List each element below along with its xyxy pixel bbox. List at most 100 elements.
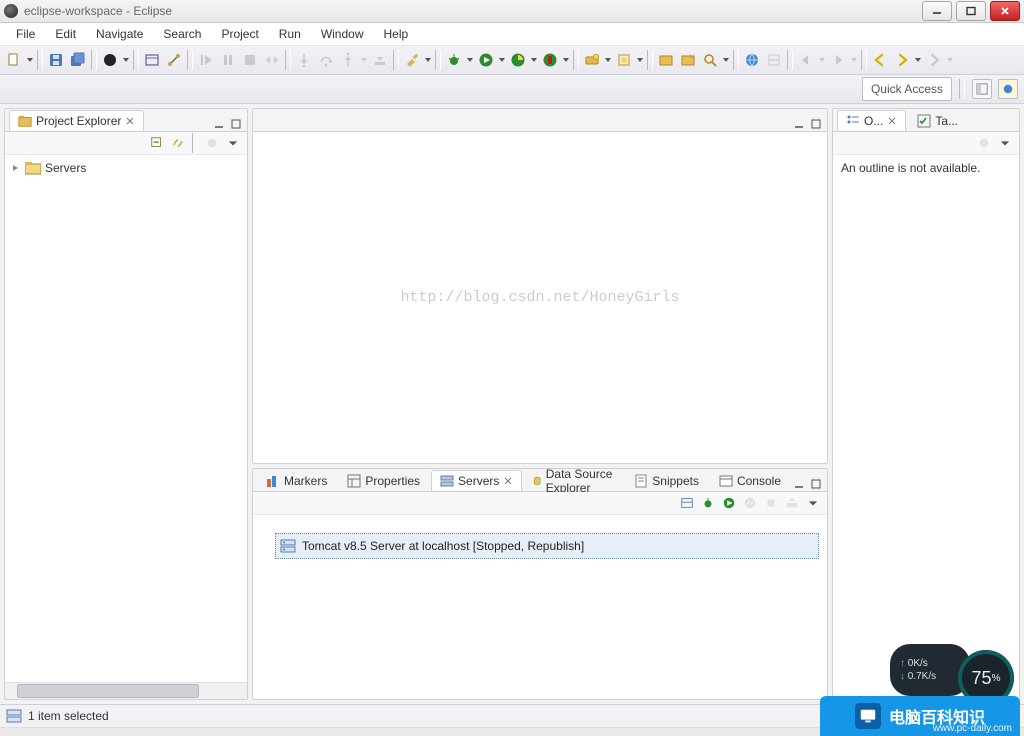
- servers-list[interactable]: Tomcat v8.5 Server at localhost [Stopped…: [253, 515, 827, 699]
- outline-view-menu-button[interactable]: [997, 135, 1013, 151]
- run-button[interactable]: [476, 50, 496, 70]
- publish-server-button[interactable]: [784, 495, 800, 511]
- save-button[interactable]: [46, 50, 66, 70]
- project-explorer-tab-label: Project Explorer: [36, 114, 121, 128]
- external-tools-button[interactable]: [540, 50, 560, 70]
- new-button[interactable]: [4, 50, 24, 70]
- new-server-dropdown[interactable]: [604, 57, 612, 63]
- close-icon[interactable]: [125, 116, 135, 126]
- editor-body[interactable]: http://blog.csdn.net/HoneyGirls: [253, 132, 827, 463]
- menu-file[interactable]: File: [6, 25, 45, 43]
- open-perspective-button[interactable]: [972, 79, 992, 99]
- minimize-bottom-button[interactable]: [792, 477, 806, 491]
- debug-button[interactable]: [444, 50, 464, 70]
- maximize-button[interactable]: [956, 1, 986, 21]
- servers-view-menu-button[interactable]: [805, 495, 821, 511]
- tab-console[interactable]: Console: [710, 470, 790, 491]
- server-item-tomcat[interactable]: Tomcat v8.5 Server at localhost [Stopped…: [275, 533, 819, 559]
- next-edit-button[interactable]: [828, 50, 848, 70]
- drop-to-frame-button[interactable]: [370, 50, 390, 70]
- coverage-dropdown[interactable]: [530, 57, 538, 63]
- resume-button[interactable]: [196, 50, 216, 70]
- link-with-editor-button[interactable]: [170, 135, 186, 151]
- toggle-breadcrumb-button[interactable]: [142, 50, 162, 70]
- minimize-view-button[interactable]: [212, 117, 226, 131]
- step-return-button[interactable]: [338, 50, 358, 70]
- menu-navigate[interactable]: Navigate: [86, 25, 153, 43]
- search-button[interactable]: [700, 50, 720, 70]
- disconnect-button[interactable]: [262, 50, 282, 70]
- maximize-bottom-button[interactable]: [809, 477, 823, 491]
- new-component-dropdown[interactable]: [636, 57, 644, 63]
- save-all-button[interactable]: [68, 50, 88, 70]
- back-history-dropdown[interactable]: [914, 57, 922, 63]
- menu-search[interactable]: Search: [153, 25, 211, 43]
- prev-edit-dropdown[interactable]: [818, 57, 826, 63]
- annotation-nav-button[interactable]: [764, 50, 784, 70]
- coverage-button[interactable]: [508, 50, 528, 70]
- new-component-button[interactable]: [614, 50, 634, 70]
- step-into-button[interactable]: [294, 50, 314, 70]
- menu-edit[interactable]: Edit: [45, 25, 86, 43]
- start-debug-server-button[interactable]: [700, 495, 716, 511]
- collapse-all-button[interactable]: [149, 135, 165, 151]
- step-over-button[interactable]: [316, 50, 336, 70]
- forward-history-dropdown[interactable]: [946, 57, 954, 63]
- menu-project[interactable]: Project: [211, 25, 268, 43]
- tab-data-source-explorer[interactable]: Data Source Explorer: [524, 470, 623, 491]
- project-explorer-tab[interactable]: Project Explorer: [9, 110, 144, 131]
- run-dropdown[interactable]: [498, 57, 506, 63]
- next-edit-dropdown[interactable]: [850, 57, 858, 63]
- close-icon[interactable]: [887, 116, 897, 126]
- stop-server-button[interactable]: [763, 495, 779, 511]
- debug-dropdown[interactable]: [466, 57, 474, 63]
- maximize-editor-button[interactable]: [809, 117, 823, 131]
- prev-edit-button[interactable]: [796, 50, 816, 70]
- minimize-button[interactable]: [922, 1, 952, 21]
- open-type-button[interactable]: [656, 50, 676, 70]
- open-task-button[interactable]: [678, 50, 698, 70]
- profile-server-button[interactable]: [742, 495, 758, 511]
- run-last-dropdown[interactable]: [122, 57, 130, 63]
- build-button[interactable]: [402, 50, 422, 70]
- step-filters-dropdown[interactable]: [360, 57, 368, 63]
- minimize-editor-button[interactable]: [792, 117, 806, 131]
- menu-help[interactable]: Help: [374, 25, 419, 43]
- forward-button[interactable]: [924, 50, 944, 70]
- focus-task-button[interactable]: [204, 135, 220, 151]
- view-menu-button[interactable]: [225, 135, 241, 151]
- no-servers-filter-button[interactable]: [679, 495, 695, 511]
- start-server-button[interactable]: [721, 495, 737, 511]
- terminate-button[interactable]: [240, 50, 260, 70]
- new-dropdown[interactable]: [26, 57, 34, 63]
- tab-snippets[interactable]: Snippets: [625, 470, 708, 491]
- build-dropdown[interactable]: [424, 57, 432, 63]
- link-editor-button[interactable]: [164, 50, 184, 70]
- horizontal-scrollbar[interactable]: [5, 682, 247, 699]
- maximize-view-button[interactable]: [229, 117, 243, 131]
- expand-icon[interactable]: [11, 163, 21, 173]
- focus-outline-button[interactable]: [976, 135, 992, 151]
- tab-outline[interactable]: O...: [837, 110, 906, 131]
- tab-tasklist[interactable]: Ta...: [908, 110, 967, 131]
- new-server-button[interactable]: [582, 50, 602, 70]
- back-button[interactable]: [870, 50, 890, 70]
- scrollbar-thumb[interactable]: [17, 684, 199, 698]
- java-ee-perspective-button[interactable]: [998, 79, 1018, 99]
- tree-item-servers[interactable]: Servers: [11, 159, 241, 177]
- tab-servers[interactable]: Servers: [431, 470, 522, 491]
- close-icon[interactable]: [503, 476, 513, 486]
- tab-properties[interactable]: Properties: [338, 470, 429, 491]
- forward-small-button[interactable]: [892, 50, 912, 70]
- external-tools-dropdown[interactable]: [562, 57, 570, 63]
- menu-window[interactable]: Window: [311, 25, 374, 43]
- quick-access-input[interactable]: Quick Access: [862, 77, 952, 101]
- project-explorer-tree[interactable]: Servers: [5, 155, 247, 682]
- run-last-button[interactable]: [100, 50, 120, 70]
- close-button[interactable]: [990, 1, 1020, 21]
- web-browser-button[interactable]: [742, 50, 762, 70]
- search-dropdown[interactable]: [722, 57, 730, 63]
- tab-markers[interactable]: Markers: [257, 470, 336, 491]
- menu-run[interactable]: Run: [269, 25, 311, 43]
- suspend-button[interactable]: [218, 50, 238, 70]
